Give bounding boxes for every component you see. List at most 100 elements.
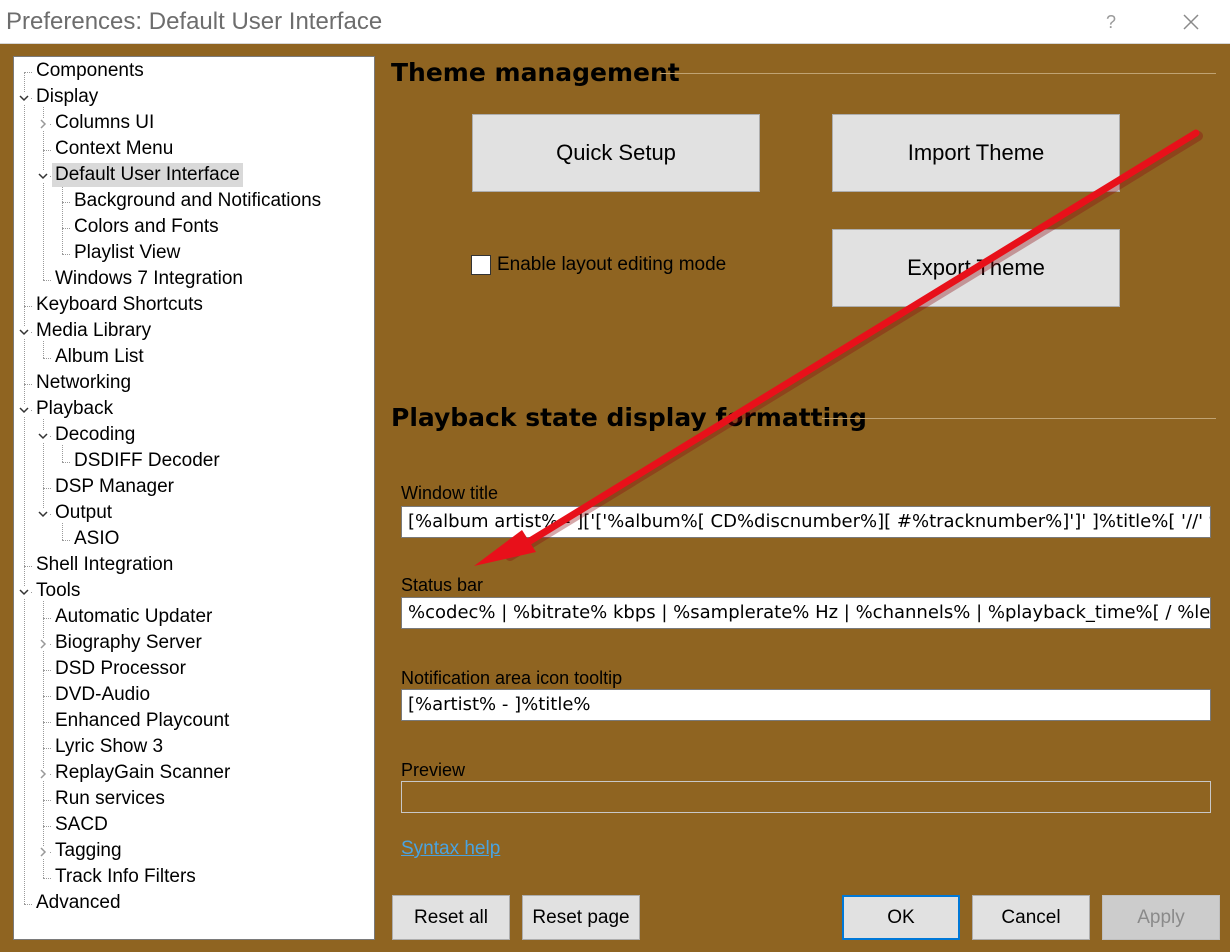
preview-label: Preview (401, 760, 466, 780)
tree-connector (43, 878, 51, 879)
tree-connector (43, 488, 51, 489)
tree-item-dsd-processor[interactable]: DSD Processor (52, 657, 189, 681)
tree-connector (62, 228, 70, 229)
tree-connector (24, 566, 32, 567)
syntax-help-link[interactable]: Syntax help (401, 838, 500, 860)
chevron-right-icon[interactable] (37, 846, 49, 858)
quick-setup-button[interactable]: Quick Setup (472, 114, 760, 192)
tree-connector (43, 150, 51, 151)
tree-item-shell-integration[interactable]: Shell Integration (33, 553, 176, 577)
theme-management-heading: Theme management (391, 58, 680, 87)
tree-connector (24, 72, 25, 904)
tree-connector (43, 696, 51, 697)
playback-formatting-heading: Playback state display formatting (391, 403, 867, 432)
chevron-right-icon[interactable] (37, 768, 49, 780)
tree-item-networking[interactable]: Networking (33, 371, 134, 395)
section-divider (822, 418, 1216, 419)
tree-connector (43, 280, 51, 281)
tree-item-background-and-notifications[interactable]: Background and Notifications (71, 189, 324, 213)
tree-connector (62, 540, 70, 541)
ok-button[interactable]: OK (842, 895, 960, 940)
tree-item-dvd-audio[interactable]: DVD-Audio (52, 683, 153, 707)
tree-connector (43, 826, 51, 827)
tree-connector (43, 107, 44, 280)
tree-connector (43, 341, 44, 358)
tree-item-decoding[interactable]: Decoding (52, 423, 138, 447)
tree-item-enhanced-playcount[interactable]: Enhanced Playcount (52, 709, 232, 733)
chevron-down-icon[interactable] (18, 92, 30, 104)
layout-editing-label[interactable]: Enable layout editing mode (497, 254, 726, 276)
tree-item-components[interactable]: Components (33, 59, 147, 83)
chevron-down-icon[interactable] (37, 430, 49, 442)
tree-item-asio[interactable]: ASIO (71, 527, 122, 551)
status-bar-field[interactable]: %codec% | %bitrate% kbps | %samplerate% … (401, 597, 1211, 629)
close-button[interactable] (1172, 4, 1210, 40)
tree-item-colors-and-fonts[interactable]: Colors and Fonts (71, 215, 222, 239)
window-title-field[interactable]: [%album artist% - ]['['%album%[ CD%discn… (401, 506, 1211, 538)
tree-connector (43, 748, 51, 749)
apply-button: Apply (1102, 895, 1220, 940)
tree-item-display[interactable]: Display (33, 85, 101, 109)
tree-item-playback[interactable]: Playback (33, 397, 116, 421)
chevron-right-icon[interactable] (37, 638, 49, 650)
tree-item-sacd[interactable]: SACD (52, 813, 111, 837)
preferences-tree[interactable]: Components Display Columns UI Context Menu D… (13, 56, 375, 940)
tree-item-biography-server[interactable]: Biography Server (52, 631, 205, 655)
tree-connector (43, 358, 51, 359)
tree-connector (62, 185, 63, 254)
tree-connector (43, 800, 51, 801)
tooltip-label: Notification area icon tooltip (401, 668, 623, 688)
cancel-button[interactable]: Cancel (972, 895, 1090, 940)
tree-connector (24, 384, 32, 385)
chevron-down-icon[interactable] (18, 404, 30, 416)
tree-item-tagging[interactable]: Tagging (52, 839, 125, 863)
tree-item-track-info-filters[interactable]: Track Info Filters (52, 865, 199, 889)
tree-connector (62, 202, 70, 203)
layout-editing-checkbox[interactable] (471, 255, 491, 275)
reset-all-button[interactable]: Reset all (392, 895, 510, 940)
tree-item-replaygain-scanner[interactable]: ReplayGain Scanner (52, 761, 233, 785)
tree-item-automatic-updater[interactable]: Automatic Updater (52, 605, 215, 629)
chevron-down-icon[interactable] (37, 170, 49, 182)
tree-connector (62, 445, 63, 462)
preview-box (401, 781, 1211, 813)
tree-item-tools[interactable]: Tools (33, 579, 83, 603)
tree-connector (24, 306, 32, 307)
tree-item-default-user-interface[interactable]: Default User Interface (52, 163, 243, 187)
tooltip-field[interactable]: [%artist% - ]%title% (401, 689, 1211, 721)
tree-item-context-menu[interactable]: Context Menu (52, 137, 176, 161)
tree-item-keyboard-shortcuts[interactable]: Keyboard Shortcuts (33, 293, 206, 317)
export-theme-button[interactable]: Export Theme (832, 229, 1120, 307)
tree-item-dsp-manager[interactable]: DSP Manager (52, 475, 177, 499)
section-divider (660, 73, 1216, 74)
tree-item-columns-ui[interactable]: Columns UI (52, 111, 157, 135)
tree-item-media-library[interactable]: Media Library (33, 319, 154, 343)
tree-connector (43, 618, 51, 619)
chevron-down-icon[interactable] (18, 326, 30, 338)
tree-connector (43, 722, 51, 723)
import-theme-button[interactable]: Import Theme (832, 114, 1120, 192)
tree-connector (43, 670, 51, 671)
tree-item-windows-7-integration[interactable]: Windows 7 Integration (52, 267, 246, 291)
tree-item-output[interactable]: Output (52, 501, 115, 525)
tree-item-run-services[interactable]: Run services (52, 787, 168, 811)
tree-item-lyric-show-3[interactable]: Lyric Show 3 (52, 735, 166, 759)
tree-connector (62, 523, 63, 540)
title-bar: Preferences: Default User Interface ? (0, 0, 1230, 44)
tree-connector (24, 72, 32, 73)
tree-item-album-list[interactable]: Album List (52, 345, 147, 369)
tree-item-playlist-view[interactable]: Playlist View (71, 241, 183, 265)
tree-item-advanced[interactable]: Advanced (33, 891, 124, 915)
chevron-down-icon[interactable] (37, 508, 49, 520)
close-icon (1183, 14, 1199, 30)
chevron-right-icon[interactable] (37, 118, 49, 130)
chevron-down-icon[interactable] (18, 586, 30, 598)
status-bar-label: Status bar (401, 575, 484, 595)
reset-page-button[interactable]: Reset page (522, 895, 640, 940)
window-title-label: Window title (401, 483, 499, 503)
tree-item-dsdiff-decoder[interactable]: DSDIFF Decoder (71, 449, 223, 473)
tree-connector (24, 904, 32, 905)
help-button[interactable]: ? (1098, 6, 1124, 38)
tree-connector (62, 462, 70, 463)
window-title: Preferences: Default User Interface (6, 8, 383, 35)
